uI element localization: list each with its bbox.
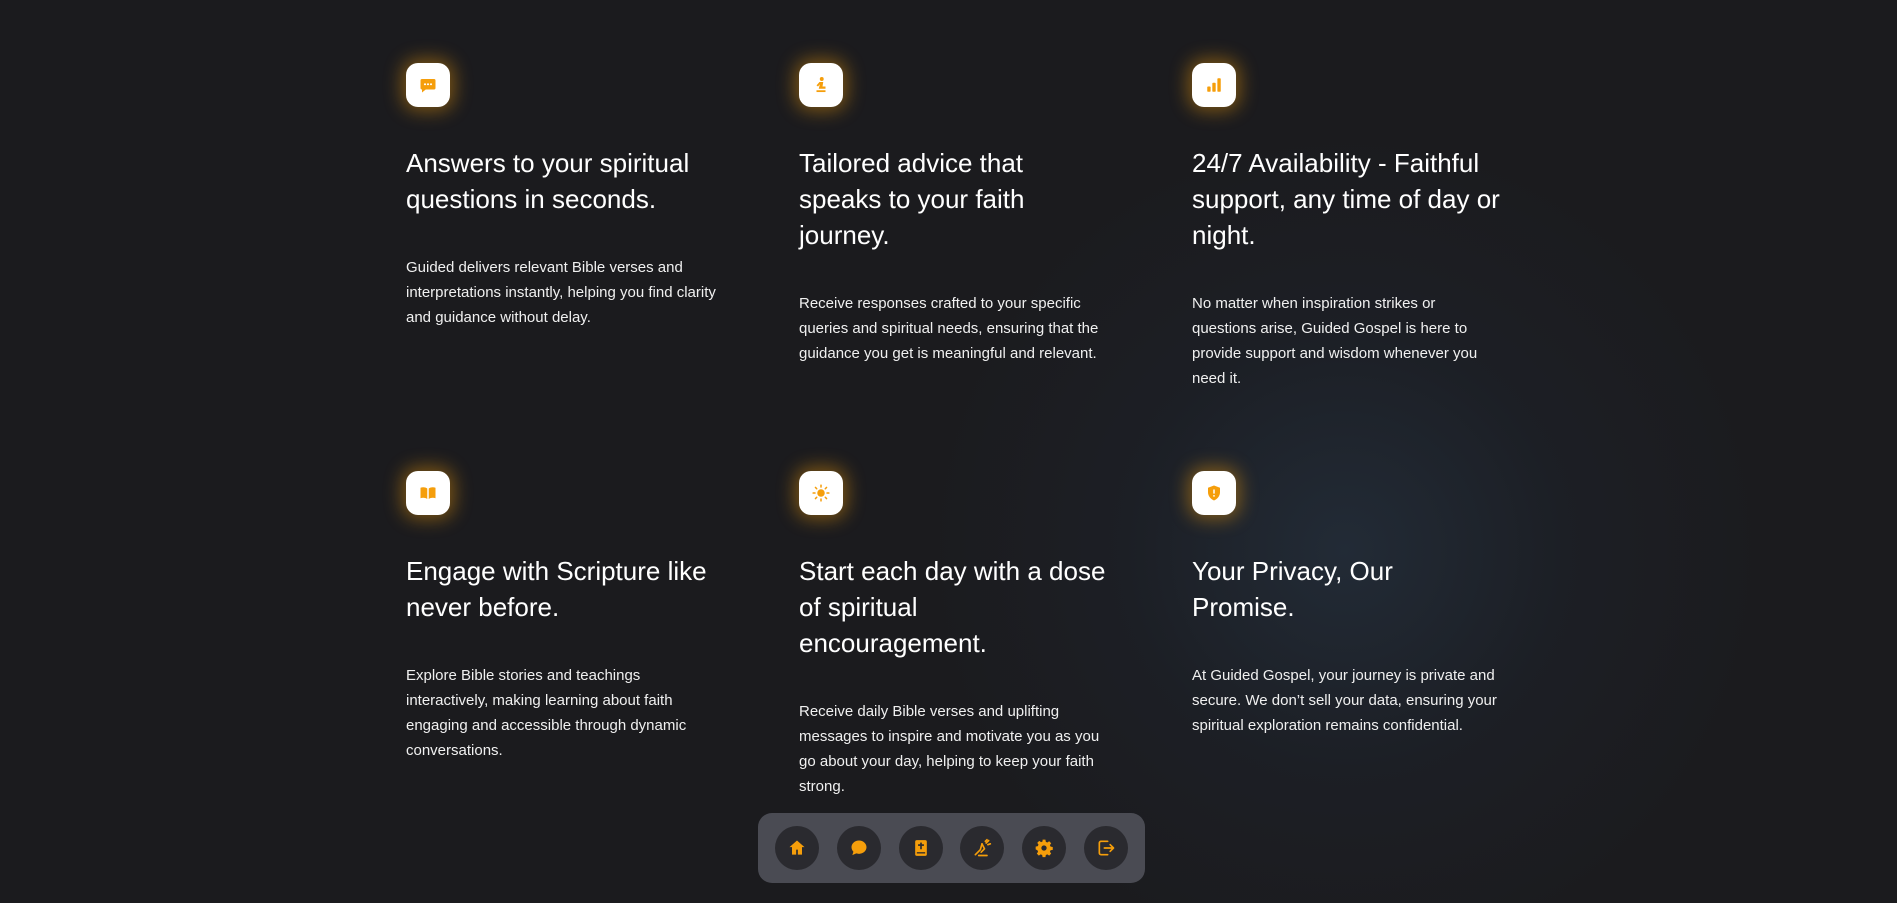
chat-bubble-icon bbox=[420, 79, 436, 93]
feature-description: At Guided Gospel, your journey is privat… bbox=[1192, 667, 1497, 734]
shield-icon bbox=[1208, 485, 1220, 501]
feature-description: Receive daily Bible verses and uplifting… bbox=[799, 703, 1100, 795]
chat-icon bbox=[851, 840, 867, 856]
feature-description: Guided delivers relevant Bible verses an… bbox=[406, 259, 716, 326]
home-icon bbox=[789, 840, 805, 855]
prayer-icon bbox=[974, 838, 992, 857]
feature-card-answers: Answers to your spiritual questions in s… bbox=[406, 63, 716, 330]
settings-button[interactable] bbox=[1022, 826, 1067, 870]
logout-button[interactable] bbox=[1083, 826, 1128, 870]
feature-card-privacy: Your Privacy, Our Promise. At Guided Gos… bbox=[1192, 471, 1502, 738]
sun-icon bbox=[812, 484, 830, 502]
praying-person-icon bbox=[816, 77, 826, 93]
bible-icon bbox=[914, 840, 927, 856]
signal-bars-icon bbox=[1207, 78, 1221, 92]
feature-card-daily-encouragement: Start each day with a dose of spiritual … bbox=[799, 471, 1109, 799]
feature-icon-box bbox=[799, 471, 843, 515]
page: Answers to your spiritual questions in s… bbox=[0, 0, 1897, 903]
logout-icon bbox=[1098, 840, 1115, 856]
bottom-dock-nav bbox=[758, 813, 1145, 883]
feature-title: Your Privacy, Our Promise. bbox=[1192, 556, 1393, 622]
settings-icon bbox=[1035, 839, 1053, 858]
feature-title: Engage with Scripture like never before. bbox=[406, 556, 707, 622]
chat-button[interactable] bbox=[836, 826, 881, 870]
feature-title: Tailored advice that speaks to your fait… bbox=[799, 148, 1025, 250]
feature-title: Answers to your spiritual questions in s… bbox=[406, 148, 690, 214]
feature-description: Receive responses crafted to your specif… bbox=[799, 295, 1099, 362]
feature-icon-box bbox=[799, 63, 843, 107]
feature-icon-box bbox=[406, 471, 450, 515]
feature-icon-box bbox=[1192, 63, 1236, 107]
home-button[interactable] bbox=[775, 826, 819, 870]
feature-description: Explore Bible stories and teachings inte… bbox=[406, 667, 687, 759]
feature-description: No matter when inspiration strikes or qu… bbox=[1192, 295, 1478, 387]
open-book-icon bbox=[420, 487, 436, 499]
prayer-button[interactable] bbox=[960, 826, 1005, 870]
feature-title: 24/7 Availability - Faithful support, an… bbox=[1192, 148, 1500, 250]
feature-card-availability: 24/7 Availability - Faithful support, an… bbox=[1192, 63, 1502, 391]
feature-title: Start each day with a dose of spiritual … bbox=[799, 556, 1106, 658]
bible-button[interactable] bbox=[898, 826, 943, 870]
feature-icon-box bbox=[1192, 471, 1236, 515]
feature-icon-box bbox=[406, 63, 450, 107]
feature-card-tailored-advice: Tailored advice that speaks to your fait… bbox=[799, 63, 1109, 366]
feature-card-scripture: Engage with Scripture like never before.… bbox=[406, 471, 716, 763]
